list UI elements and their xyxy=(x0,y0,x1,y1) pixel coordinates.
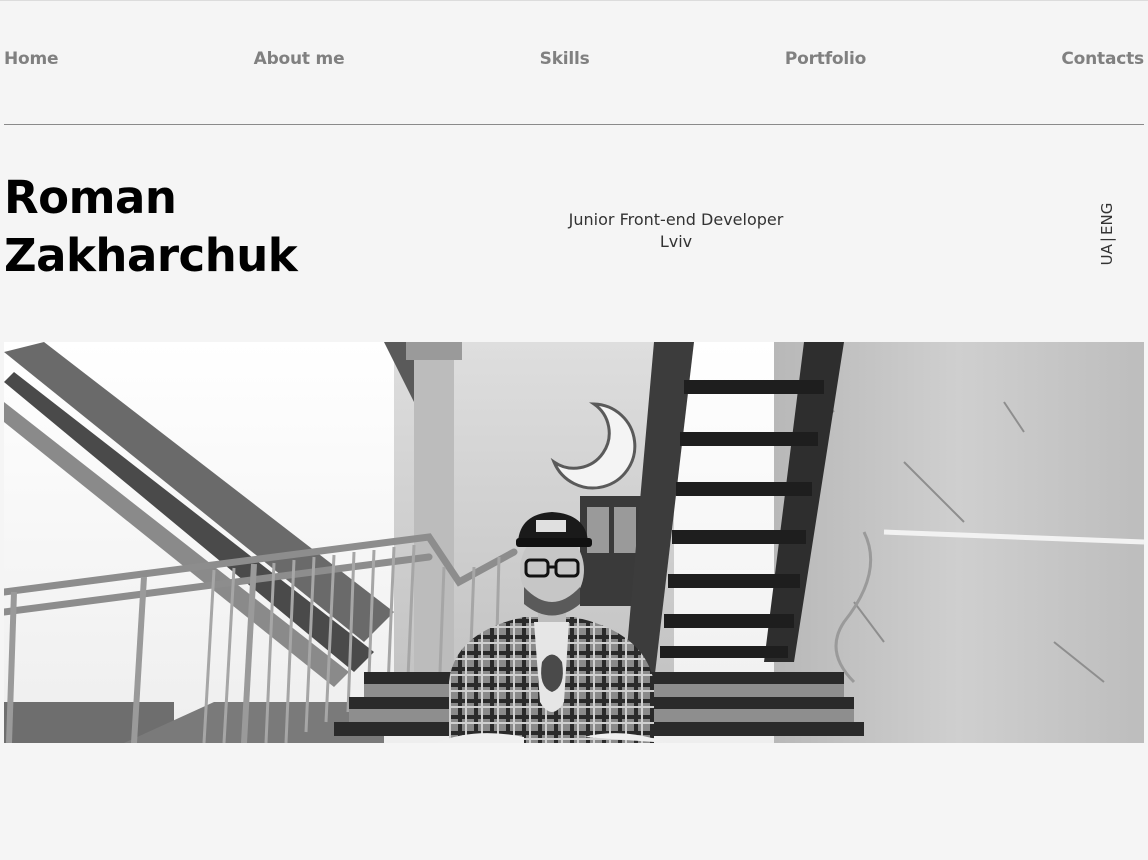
role-block: Junior Front-end Developer Lviv xyxy=(476,209,876,253)
language-switcher: UA| ENG xyxy=(1096,201,1118,267)
city: Lviv xyxy=(659,232,693,251)
lang-ua-option[interactable]: UA xyxy=(1098,244,1116,265)
last-name: Zakharchuk xyxy=(4,229,298,282)
hero-photo-illustration xyxy=(4,342,1144,743)
lang-eng-option[interactable]: ENG xyxy=(1098,203,1116,235)
first-name: Roman xyxy=(4,171,177,224)
lang-separator: | xyxy=(1098,237,1116,243)
nav-portfolio-link[interactable]: Portfolio xyxy=(785,49,866,69)
nav-skills-link[interactable]: Skills xyxy=(540,49,590,69)
page-title: Roman Zakharchuk xyxy=(4,169,298,285)
page: Home About me Skills Portfolio Contacts … xyxy=(0,0,1148,860)
hero-photo xyxy=(4,342,1144,743)
main-nav: Home About me Skills Portfolio Contacts xyxy=(4,49,1144,69)
nav-about-link[interactable]: About me xyxy=(254,49,345,69)
nav-home-link[interactable]: Home xyxy=(4,49,59,69)
job-title: Junior Front-end Developer xyxy=(568,210,784,229)
nav-contacts-link[interactable]: Contacts xyxy=(1061,49,1144,69)
nav-divider xyxy=(4,124,1144,125)
